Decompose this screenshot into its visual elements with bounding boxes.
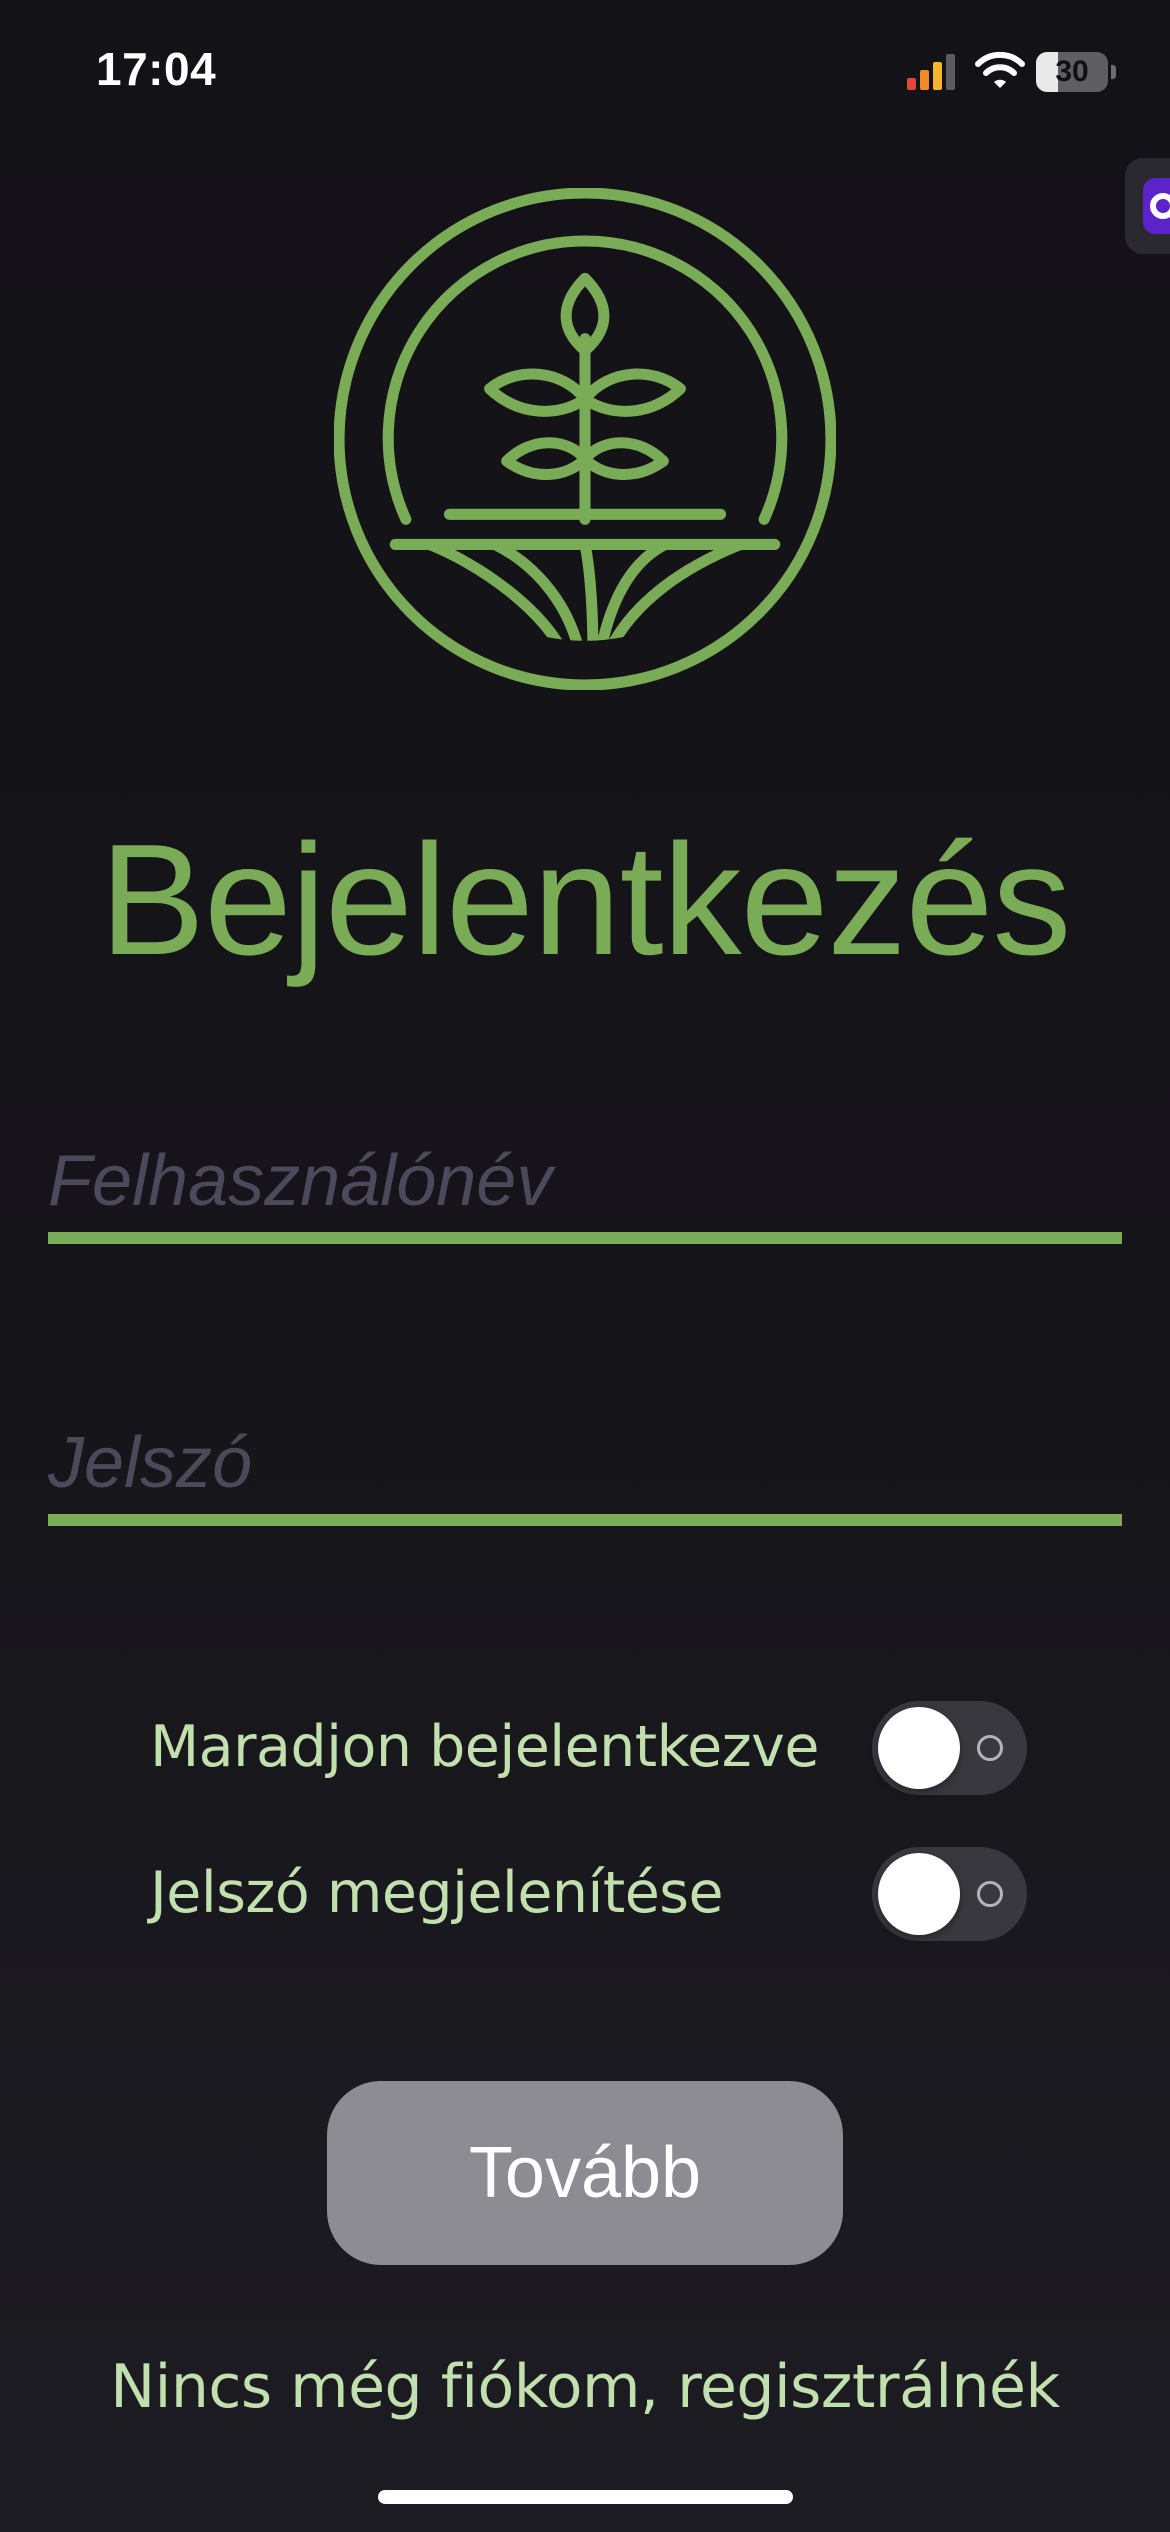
password-field-container	[48, 1404, 1122, 1526]
show-password-toggle[interactable]	[872, 1847, 1027, 1941]
floating-side-tab[interactable]	[1125, 158, 1170, 254]
username-field-container	[48, 1122, 1122, 1244]
plant-logo-icon	[334, 188, 836, 690]
cellular-signal-icon	[907, 54, 955, 90]
wifi-icon	[975, 51, 1025, 88]
username-input[interactable]	[48, 1136, 1122, 1226]
stay-logged-in-toggle[interactable]	[872, 1701, 1027, 1795]
toggle-off-indicator-icon	[977, 1881, 1003, 1907]
home-indicator	[378, 2490, 793, 2504]
status-time: 17:04	[96, 43, 217, 95]
toggle-knob	[878, 1853, 960, 1935]
page-title: Bejelentkezés	[99, 812, 1072, 988]
register-link[interactable]: Nincs még fiókom, regisztrálnék	[0, 2352, 1170, 2422]
status-bar: 17:04 30	[0, 0, 1170, 140]
floating-app-icon[interactable]	[1143, 178, 1170, 234]
password-input[interactable]	[48, 1418, 1122, 1508]
toggle-knob	[878, 1707, 960, 1789]
stay-logged-in-row: Maradjon bejelentkezve	[150, 1697, 1030, 1797]
battery-icon: 30	[1036, 52, 1116, 92]
continue-button[interactable]: Tovább	[327, 2081, 843, 2265]
battery-level: 30	[1055, 55, 1089, 88]
show-password-label: Jelszó megjelenítése	[150, 1860, 724, 1926]
toggle-off-indicator-icon	[977, 1735, 1003, 1761]
show-password-row: Jelszó megjelenítése	[150, 1843, 1030, 1943]
stay-logged-in-label: Maradjon bejelentkezve	[150, 1714, 819, 1780]
